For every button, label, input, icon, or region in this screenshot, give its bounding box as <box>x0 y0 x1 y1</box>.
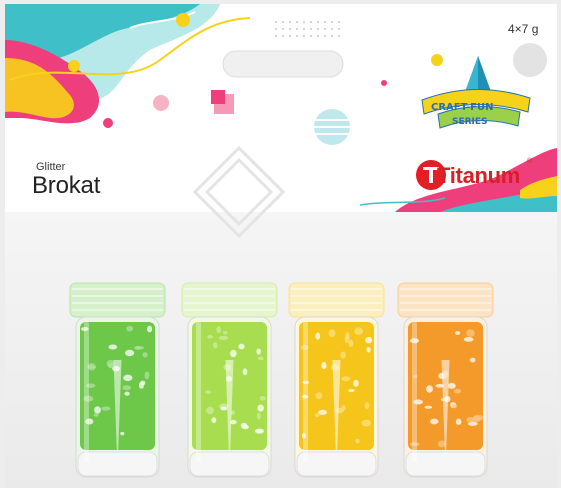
craft-fun-series-badge: CRAFT-FUN SERIES <box>421 56 531 129</box>
svg-text:SERIES: SERIES <box>452 117 488 127</box>
glitter-tube-green <box>69 282 166 478</box>
glitter-tube-lime <box>181 282 278 478</box>
registered-mark: ® <box>527 158 533 165</box>
brand-name: Titanum <box>437 163 521 188</box>
glitter-tube-orange <box>397 282 494 478</box>
striped-circle <box>314 109 350 145</box>
hang-hole <box>222 20 344 78</box>
product-photo: CRAFT-FUN SERIES 4×7 g Glitter Brokat Ti… <box>0 0 561 488</box>
diamond-outline-icon <box>192 145 286 239</box>
glitter-tubes <box>69 282 494 478</box>
product-title: Brokat <box>32 172 101 199</box>
glitter-tube-yellow <box>288 282 385 478</box>
package-artwork: CRAFT-FUN SERIES <box>5 4 557 478</box>
svg-text:CRAFT-FUN: CRAFT-FUN <box>431 102 493 113</box>
quantity-label: 4×7 g <box>508 22 539 36</box>
